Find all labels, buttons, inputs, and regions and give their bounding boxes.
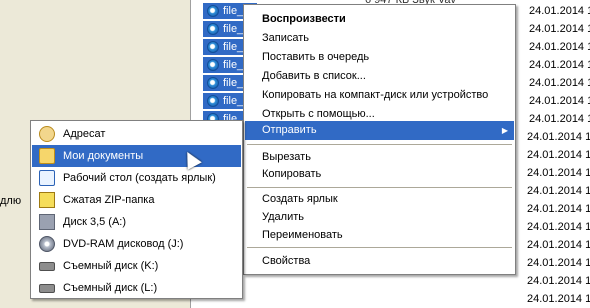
audio-file-icon [207,5,219,17]
audio-file-icon [207,59,219,71]
submenu-arrow-icon: ▶ [501,126,508,135]
send-to-removable-disk-l[interactable]: Съемный диск (L:) [32,277,241,299]
send-to-my-documents[interactable]: Мои документы [32,145,241,167]
menu-properties[interactable]: Свойства [245,252,514,271]
file-date: 24.01.2014 1 [529,113,590,125]
send-to-dvd-label: DVD-RAM дисковод (J:) [63,238,184,250]
send-to-my-documents-label: Мои документы [63,150,144,162]
zip-folder-icon [39,192,55,208]
file-date: 24.01.2014 1 [529,5,590,17]
file-date: 24.01.2014 1 [527,185,590,197]
dvd-drive-icon [39,236,55,252]
menu-copy[interactable]: Копировать [245,165,514,184]
menu-send-to[interactable]: Отправить ▶ [245,121,514,140]
menu-copy-to-cd[interactable]: Копировать на компакт-диск или устройств… [245,86,514,105]
menu-delete[interactable]: Удалить [245,208,514,227]
send-to-desktop-shortcut[interactable]: Рабочий стол (создать ярлык) [32,167,241,189]
send-to-removable-disk-k[interactable]: Съемный диск (K:) [32,255,241,277]
send-to-zip-folder-label: Сжатая ZIP-папка [63,194,155,206]
menu-send-to-label: Отправить [262,124,317,136]
desktop-icon [39,170,55,186]
send-to-zip-folder[interactable]: Сжатая ZIP-папка [32,189,241,211]
documents-folder-icon [39,148,55,164]
send-to-submenu: Адресат Мои документы Рабочий стол (созд… [30,120,243,299]
file-date: 24.01.2014 1 [527,293,590,305]
audio-file-icon [207,95,219,107]
menu-add-to-list[interactable]: Добавить в список... [245,67,514,86]
file-date: 24.01.2014 1 [527,257,590,269]
send-to-floppy-label: Диск 3,5 (A:) [63,216,127,228]
floppy-drive-icon [39,214,55,230]
menu-queue[interactable]: Поставить в очередь [245,48,514,67]
file-date: 24.01.2014 1 [527,131,590,143]
file-date: 24.01.2014 1 [527,275,590,287]
audio-file-icon [207,23,219,35]
menu-separator [247,187,512,188]
menu-record[interactable]: Записать [245,29,514,48]
menu-separator [247,247,512,248]
removable-disk-icon [39,262,55,271]
file-date: 24.01.2014 1 [527,221,590,233]
menu-play[interactable]: Воспроизвести [245,10,514,29]
menu-create-shortcut[interactable]: Создать ярлык [245,190,514,209]
audio-file-icon [207,41,219,53]
send-to-removable-l-label: Съемный диск (L:) [63,282,158,294]
send-to-contact-label: Адресат [63,128,106,140]
file-date: 24.01.2014 1 [529,41,590,53]
send-to-contact[interactable]: Адресат [32,123,241,145]
file-date: 24.01.2014 1 [527,239,590,251]
removable-disk-icon [39,284,55,293]
send-to-desktop-label: Рабочий стол (создать ярлык) [63,172,216,184]
file-date: 24.01.2014 1 [529,23,590,35]
send-to-floppy-drive[interactable]: Диск 3,5 (A:) [32,211,241,233]
file-date: 24.01.2014 1 [527,149,590,161]
menu-rename[interactable]: Переименовать [245,226,514,245]
file-date: 24.01.2014 1 [527,167,590,179]
file-date: 24.01.2014 1 [529,77,590,89]
file-date: 24.01.2014 1 [529,95,590,107]
file-date: 24.01.2014 1 [529,59,590,71]
contact-icon [39,126,55,142]
menu-separator [247,144,512,145]
audio-file-icon [207,77,219,89]
file-date: 24.01.2014 1 [527,203,590,215]
send-to-dvd-drive[interactable]: DVD-RAM дисковод (J:) [32,233,241,255]
send-to-removable-k-label: Съемный диск (K:) [63,260,159,272]
file-context-menu: Воспроизвести Записать Поставить в очере… [243,4,516,275]
nav-pane-partial-text: длю [0,195,22,207]
